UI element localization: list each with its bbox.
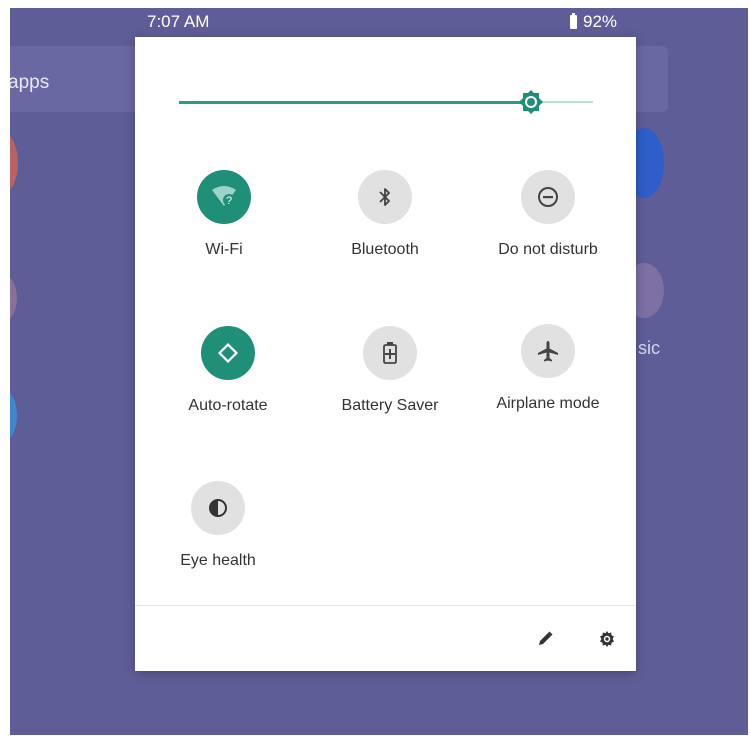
- edit-button[interactable]: [534, 628, 556, 650]
- background-search-hint: apps: [10, 72, 50, 93]
- tile-label: Wi-Fi: [205, 241, 243, 258]
- wifi-question-icon: ?: [212, 186, 236, 207]
- eye-health-toggle[interactable]: [191, 481, 245, 535]
- battery-status: 92%: [570, 12, 617, 32]
- auto-rotate-icon: [217, 342, 239, 364]
- tile-label: Airplane mode: [496, 395, 600, 412]
- tile-do-not-disturb[interactable]: Do not disturb: [473, 170, 623, 259]
- svg-text:?: ?: [226, 195, 232, 207]
- brightness-slider[interactable]: [179, 90, 593, 114]
- bluetooth-icon: [379, 188, 390, 206]
- do-not-disturb-icon: [538, 187, 558, 207]
- battery-percentage: 92%: [583, 12, 618, 31]
- tile-eye-health[interactable]: Eye health: [143, 481, 293, 570]
- background-app-icon: [10, 273, 17, 323]
- status-bar: 7:07 AM 92%: [10, 8, 748, 36]
- footer-divider: [135, 605, 636, 606]
- airplane-mode-toggle[interactable]: [521, 324, 575, 378]
- gear-icon: [600, 631, 614, 647]
- settings-button[interactable]: [596, 628, 618, 650]
- tile-label: Do not disturb: [498, 241, 598, 258]
- airplane-icon: [538, 341, 558, 362]
- brightness-slider-track: [535, 101, 593, 103]
- battery-icon: [570, 13, 577, 29]
- tile-label: Eye health: [180, 552, 256, 569]
- background-app-icon: [10, 133, 18, 193]
- do-not-disturb-toggle[interactable]: [521, 170, 575, 224]
- tile-airplane-mode[interactable]: Airplane mode: [473, 324, 623, 413]
- tile-wifi[interactable]: ? Wi-Fi: [149, 170, 299, 259]
- brightness-slider-fill: [179, 101, 535, 104]
- tile-auto-rotate[interactable]: Auto-rotate: [153, 326, 303, 415]
- tile-bluetooth[interactable]: Bluetooth: [310, 170, 460, 259]
- tile-label: Battery Saver: [341, 397, 439, 414]
- bluetooth-toggle[interactable]: [358, 170, 412, 224]
- battery-saver-toggle[interactable]: [363, 326, 417, 380]
- tile-battery-saver[interactable]: Battery Saver: [315, 326, 465, 415]
- tile-label: Bluetooth: [351, 241, 419, 258]
- brightness-thumb-icon[interactable]: [519, 90, 543, 114]
- wifi-toggle[interactable]: ?: [197, 170, 251, 224]
- pencil-icon: [539, 631, 553, 645]
- background-app-label: sic: [638, 338, 660, 358]
- status-time: 7:07 AM: [147, 12, 210, 31]
- eye-health-icon: [209, 499, 227, 517]
- tile-label: Auto-rotate: [188, 397, 268, 414]
- auto-rotate-toggle[interactable]: [201, 326, 255, 380]
- quick-settings-panel: ? Wi-Fi Bluetooth Do not disturb Auto-ro…: [135, 37, 636, 671]
- background-app-icon: [10, 388, 17, 443]
- battery-saver-icon: [383, 342, 397, 364]
